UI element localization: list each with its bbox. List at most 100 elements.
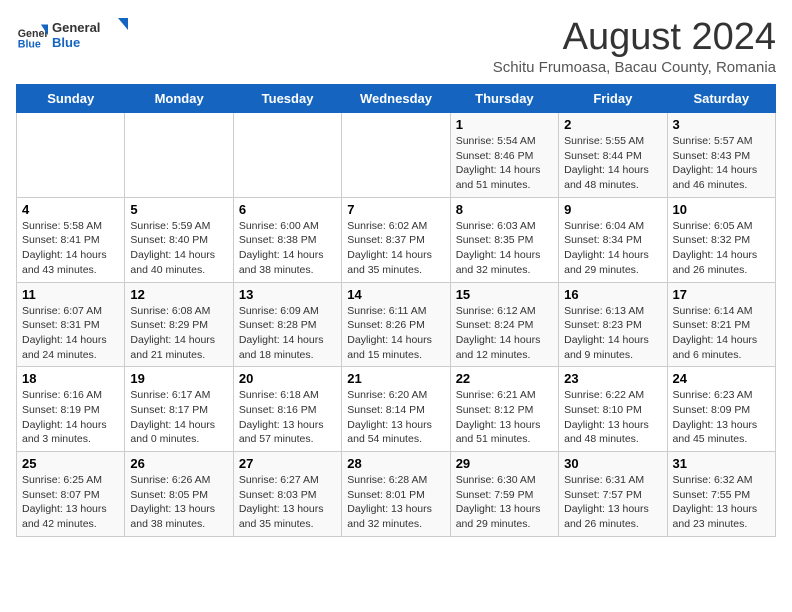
- day-number: 13: [239, 287, 336, 302]
- day-number: 7: [347, 202, 444, 217]
- day-info: Sunrise: 5:57 AM Sunset: 8:43 PM Dayligh…: [673, 134, 770, 193]
- calendar-cell: 29 Sunrise: 6:30 AM Sunset: 7:59 PM Dayli…: [450, 452, 558, 537]
- calendar-cell: 7 Sunrise: 6:02 AM Sunset: 8:37 PM Daylig…: [342, 197, 450, 282]
- calendar-cell: 3 Sunrise: 5:57 AM Sunset: 8:43 PM Daylig…: [667, 113, 775, 198]
- day-number: 3: [673, 117, 770, 132]
- title-block: August 2024 Schitu Frumoasa, Bacau Count…: [493, 16, 776, 76]
- day-info: Sunrise: 6:25 AM Sunset: 8:07 PM Dayligh…: [22, 473, 119, 532]
- calendar-cell: 30 Sunrise: 6:31 AM Sunset: 7:57 PM Dayli…: [559, 452, 667, 537]
- weekday-header-friday: Friday: [559, 85, 667, 113]
- svg-text:Blue: Blue: [18, 38, 41, 50]
- day-number: 10: [673, 202, 770, 217]
- calendar-cell: 20 Sunrise: 6:18 AM Sunset: 8:16 PM Dayli…: [233, 367, 341, 452]
- calendar-cell: 12 Sunrise: 6:08 AM Sunset: 8:29 PM Dayli…: [125, 282, 233, 367]
- day-info: Sunrise: 6:05 AM Sunset: 8:32 PM Dayligh…: [673, 219, 770, 278]
- day-number: 26: [130, 456, 227, 471]
- day-info: Sunrise: 6:02 AM Sunset: 8:37 PM Dayligh…: [347, 219, 444, 278]
- day-info: Sunrise: 6:03 AM Sunset: 8:35 PM Dayligh…: [456, 219, 553, 278]
- calendar-cell: 1 Sunrise: 5:54 AM Sunset: 8:46 PM Daylig…: [450, 113, 558, 198]
- day-info: Sunrise: 6:28 AM Sunset: 8:01 PM Dayligh…: [347, 473, 444, 532]
- day-number: 15: [456, 287, 553, 302]
- calendar-week-row: 4Sunrise: 5:58 AM Sunset: 8:41 PM Daylig…: [17, 197, 776, 282]
- calendar-cell: 10 Sunrise: 6:05 AM Sunset: 8:32 PM Dayli…: [667, 197, 775, 282]
- weekday-header-tuesday: Tuesday: [233, 85, 341, 113]
- day-number: 21: [347, 371, 444, 386]
- calendar-cell: 15 Sunrise: 6:12 AM Sunset: 8:24 PM Dayli…: [450, 282, 558, 367]
- calendar-cell: 9 Sunrise: 6:04 AM Sunset: 8:34 PM Daylig…: [559, 197, 667, 282]
- calendar-cell: 5Sunrise: 5:59 AM Sunset: 8:40 PM Daylig…: [125, 197, 233, 282]
- calendar-cell: 13Sunrise: 6:09 AM Sunset: 8:28 PM Dayli…: [233, 282, 341, 367]
- day-info: Sunrise: 5:59 AM Sunset: 8:40 PM Dayligh…: [130, 219, 227, 278]
- calendar-cell: 26 Sunrise: 6:26 AM Sunset: 8:05 PM Dayli…: [125, 452, 233, 537]
- day-info: Sunrise: 6:14 AM Sunset: 8:21 PM Dayligh…: [673, 304, 770, 363]
- calendar-cell: 24Sunrise: 6:23 AM Sunset: 8:09 PM Dayli…: [667, 367, 775, 452]
- calendar-cell: [233, 113, 341, 198]
- day-number: 18: [22, 371, 119, 386]
- day-number: 1: [456, 117, 553, 132]
- calendar-cell: 14 Sunrise: 6:11 AM Sunset: 8:26 PM Dayli…: [342, 282, 450, 367]
- calendar-cell: 11 Sunrise: 6:07 AM Sunset: 8:31 PM Dayli…: [17, 282, 125, 367]
- calendar-table: SundayMondayTuesdayWednesdayThursdayFrid…: [16, 84, 776, 537]
- day-number: 20: [239, 371, 336, 386]
- day-info: Sunrise: 6:32 AM Sunset: 7:55 PM Dayligh…: [673, 473, 770, 532]
- calendar-week-row: 1 Sunrise: 5:54 AM Sunset: 8:46 PM Daylig…: [17, 113, 776, 198]
- calendar-cell: 25Sunrise: 6:25 AM Sunset: 8:07 PM Dayli…: [17, 452, 125, 537]
- day-number: 30: [564, 456, 661, 471]
- logo: General Blue General Blue: [16, 16, 132, 57]
- day-info: Sunrise: 6:12 AM Sunset: 8:24 PM Dayligh…: [456, 304, 553, 363]
- weekday-header-saturday: Saturday: [667, 85, 775, 113]
- day-number: 2: [564, 117, 661, 132]
- day-number: 8: [456, 202, 553, 217]
- day-number: 14: [347, 287, 444, 302]
- calendar-week-row: 11 Sunrise: 6:07 AM Sunset: 8:31 PM Dayli…: [17, 282, 776, 367]
- day-info: Sunrise: 6:27 AM Sunset: 8:03 PM Dayligh…: [239, 473, 336, 532]
- day-info: Sunrise: 5:55 AM Sunset: 8:44 PM Dayligh…: [564, 134, 661, 193]
- day-info: Sunrise: 6:31 AM Sunset: 7:57 PM Dayligh…: [564, 473, 661, 532]
- day-number: 6: [239, 202, 336, 217]
- day-number: 22: [456, 371, 553, 386]
- day-info: Sunrise: 6:07 AM Sunset: 8:31 PM Dayligh…: [22, 304, 119, 363]
- calendar-cell: 2 Sunrise: 5:55 AM Sunset: 8:44 PM Daylig…: [559, 113, 667, 198]
- day-info: Sunrise: 6:18 AM Sunset: 8:16 PM Dayligh…: [239, 388, 336, 447]
- day-number: 12: [130, 287, 227, 302]
- calendar-cell: [125, 113, 233, 198]
- day-info: Sunrise: 6:20 AM Sunset: 8:14 PM Dayligh…: [347, 388, 444, 447]
- day-number: 9: [564, 202, 661, 217]
- weekday-header-wednesday: Wednesday: [342, 85, 450, 113]
- day-number: 17: [673, 287, 770, 302]
- calendar-week-row: 25Sunrise: 6:25 AM Sunset: 8:07 PM Dayli…: [17, 452, 776, 537]
- day-info: Sunrise: 6:08 AM Sunset: 8:29 PM Dayligh…: [130, 304, 227, 363]
- weekday-header-sunday: Sunday: [17, 85, 125, 113]
- day-number: 28: [347, 456, 444, 471]
- calendar-cell: 8 Sunrise: 6:03 AM Sunset: 8:35 PM Daylig…: [450, 197, 558, 282]
- day-info: Sunrise: 6:26 AM Sunset: 8:05 PM Dayligh…: [130, 473, 227, 532]
- weekday-header-row: SundayMondayTuesdayWednesdayThursdayFrid…: [17, 85, 776, 113]
- day-number: 23: [564, 371, 661, 386]
- day-info: Sunrise: 6:23 AM Sunset: 8:09 PM Dayligh…: [673, 388, 770, 447]
- day-info: Sunrise: 5:54 AM Sunset: 8:46 PM Dayligh…: [456, 134, 553, 193]
- day-number: 16: [564, 287, 661, 302]
- day-info: Sunrise: 6:04 AM Sunset: 8:34 PM Dayligh…: [564, 219, 661, 278]
- month-title: August 2024: [493, 16, 776, 59]
- calendar-cell: 4Sunrise: 5:58 AM Sunset: 8:41 PM Daylig…: [17, 197, 125, 282]
- calendar-cell: 31Sunrise: 6:32 AM Sunset: 7:55 PM Dayli…: [667, 452, 775, 537]
- calendar-cell: 27 Sunrise: 6:27 AM Sunset: 8:03 PM Dayli…: [233, 452, 341, 537]
- day-info: Sunrise: 6:11 AM Sunset: 8:26 PM Dayligh…: [347, 304, 444, 363]
- calendar-cell: 6 Sunrise: 6:00 AM Sunset: 8:38 PM Daylig…: [233, 197, 341, 282]
- weekday-header-thursday: Thursday: [450, 85, 558, 113]
- day-number: 27: [239, 456, 336, 471]
- svg-text:General: General: [52, 20, 100, 35]
- calendar-cell: [342, 113, 450, 198]
- day-info: Sunrise: 6:21 AM Sunset: 8:12 PM Dayligh…: [456, 388, 553, 447]
- day-number: 29: [456, 456, 553, 471]
- calendar-cell: [17, 113, 125, 198]
- calendar-cell: 23Sunrise: 6:22 AM Sunset: 8:10 PM Dayli…: [559, 367, 667, 452]
- calendar-cell: 18Sunrise: 6:16 AM Sunset: 8:19 PM Dayli…: [17, 367, 125, 452]
- day-info: Sunrise: 6:17 AM Sunset: 8:17 PM Dayligh…: [130, 388, 227, 447]
- day-number: 11: [22, 287, 119, 302]
- calendar-cell: 17 Sunrise: 6:14 AM Sunset: 8:21 PM Dayli…: [667, 282, 775, 367]
- day-info: Sunrise: 6:30 AM Sunset: 7:59 PM Dayligh…: [456, 473, 553, 532]
- day-info: Sunrise: 6:13 AM Sunset: 8:23 PM Dayligh…: [564, 304, 661, 363]
- day-info: Sunrise: 6:00 AM Sunset: 8:38 PM Dayligh…: [239, 219, 336, 278]
- day-number: 19: [130, 371, 227, 386]
